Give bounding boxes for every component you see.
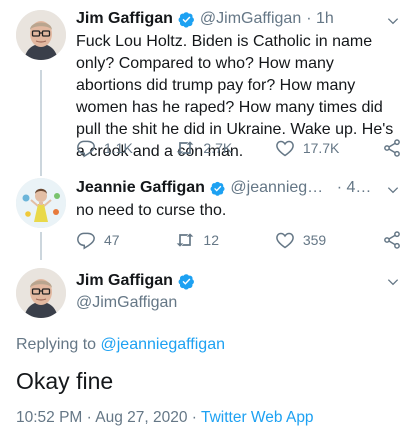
tweet-text: Okay fine xyxy=(16,368,114,394)
verified-badge-icon xyxy=(178,273,194,290)
display-name-row: Jim Gaffigan xyxy=(76,272,200,290)
replying-to: Replying to @jeanniegaffigan xyxy=(16,336,225,354)
main-tweet: Jim Gaffigan @JimGaffigan Replying to @j… xyxy=(0,0,414,435)
chevron-down-icon[interactable] xyxy=(386,275,400,289)
tweet-meta: 10:52 PM · Aug 27, 2020 · Twitter Web Ap… xyxy=(16,409,314,427)
source-app-link[interactable]: Twitter Web App xyxy=(201,409,314,426)
handle[interactable]: @JimGaffigan xyxy=(76,294,177,312)
tweet-timestamp[interactable]: 10:52 PM · Aug 27, 2020 · xyxy=(16,409,201,426)
avatar[interactable] xyxy=(16,268,66,318)
replying-to-link[interactable]: @jeanniegaffigan xyxy=(101,336,226,353)
display-name[interactable]: Jim Gaffigan xyxy=(76,272,173,290)
replying-prefix: Replying to xyxy=(16,336,97,353)
avatar-image xyxy=(16,268,66,318)
